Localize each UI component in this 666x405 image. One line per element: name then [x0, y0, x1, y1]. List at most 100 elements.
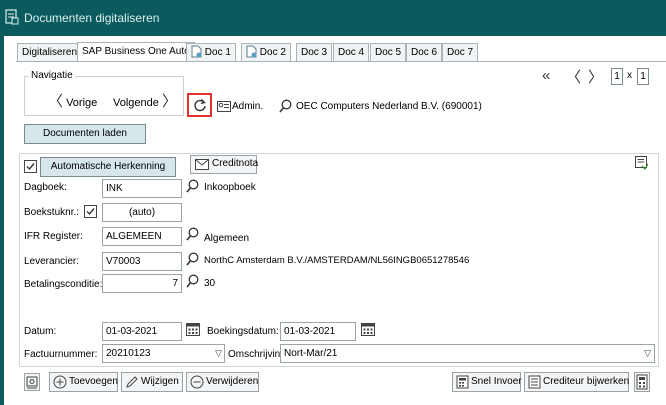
- calculator-icon: [456, 375, 469, 389]
- leverancier-description: NorthC Amsterdam B.V./AMSTERDAM/NL56INGB…: [204, 255, 470, 266]
- tab-label: Doc 4: [338, 47, 365, 58]
- delete-button[interactable]: Verwijderen: [186, 372, 259, 392]
- datum-input[interactable]: 01-03-2021: [102, 322, 182, 341]
- pager-separator: x: [627, 70, 632, 81]
- window-title: Documenten digitaliseren: [24, 11, 160, 25]
- refresh-button[interactable]: [187, 93, 212, 117]
- admin-icon: [217, 101, 231, 112]
- tab-label: Doc 1: [204, 47, 231, 58]
- calendar-icon[interactable]: [186, 322, 200, 336]
- dagboek-label: Dagboek:: [24, 182, 67, 193]
- boekingsdatum-label: Boekingsdatum:: [207, 326, 279, 337]
- search-icon[interactable]: [186, 274, 199, 288]
- chevron-left-icon[interactable]: 〈: [566, 66, 581, 87]
- boekingsdatum-input[interactable]: 01-03-2021: [280, 322, 356, 341]
- quick-entry-button[interactable]: Snel Invoer: [452, 372, 522, 392]
- refresh-icon: [193, 98, 207, 112]
- document-icon: [246, 45, 257, 58]
- tab-label: SAP Business One Auto: [82, 46, 190, 57]
- admin-label[interactable]: Admin.: [232, 101, 263, 112]
- edit-button[interactable]: Wijzigen: [121, 372, 183, 392]
- dagboek-description: Inkoopboek: [204, 182, 256, 193]
- boekstuknr-label: Boekstuknr.:: [24, 207, 80, 218]
- tab-label: Doc 5: [375, 47, 402, 58]
- envelope-icon: [195, 159, 209, 170]
- omschrijving-select[interactable]: Nort-Mar/21 ▽: [280, 344, 655, 363]
- calendar-icon[interactable]: [361, 322, 375, 336]
- ifr-register-label: IFR Register:: [24, 231, 83, 242]
- creditnota-button[interactable]: Creditnota: [190, 155, 259, 174]
- search-icon[interactable]: [279, 99, 292, 113]
- factuurnummer-label: Factuurnummer:: [24, 349, 98, 360]
- tab-doc-4[interactable]: Doc 4: [333, 43, 370, 62]
- tab-doc-5[interactable]: Doc 5: [370, 43, 407, 62]
- datum-label: Datum:: [24, 326, 57, 337]
- plus-circle-icon: [53, 375, 67, 389]
- ifr-register-input[interactable]: ALGEMEEN: [102, 227, 182, 246]
- chevron-down-icon: ▽: [215, 348, 222, 358]
- company-name: OEC Computers Nederland B.V. (690001): [296, 101, 482, 112]
- tab-doc-6[interactable]: Doc 6: [406, 43, 443, 62]
- checkmark-icon: [86, 208, 95, 216]
- boekstuknr-auto-checkbox[interactable]: [84, 205, 97, 218]
- notes-icon[interactable]: [635, 156, 648, 170]
- dagboek-input[interactable]: INK: [102, 179, 182, 198]
- leverancier-input[interactable]: V70003: [102, 252, 182, 271]
- leverancier-label: Leverancier:: [24, 256, 80, 267]
- current-page-input[interactable]: 1: [611, 68, 623, 85]
- tab-divider: [16, 61, 666, 62]
- tab-label: Doc 7: [447, 47, 474, 58]
- chevron-left-icon: 〈: [48, 93, 64, 110]
- creditnota-label: Creditnota: [212, 158, 259, 169]
- tab-label: Doc 3: [301, 47, 328, 58]
- minus-circle-icon: [190, 375, 204, 389]
- auto-recognition-checkbox[interactable]: [24, 160, 37, 173]
- tab-label: Doc 6: [411, 47, 438, 58]
- tab-doc-1[interactable]: Doc 1: [186, 43, 236, 62]
- tab-label: Digitaliseren: [22, 47, 78, 58]
- previous-label: Vorige: [66, 97, 98, 109]
- document-icon: [191, 45, 202, 58]
- settings-button[interactable]: [24, 373, 40, 391]
- ifr-register-description: Algemeen: [204, 233, 250, 244]
- first-page-icon[interactable]: «: [542, 67, 550, 84]
- tab-doc-7[interactable]: Doc 7: [442, 43, 479, 62]
- next-label: Volgende: [113, 97, 159, 109]
- betalingsconditie-label: Betalingsconditie:: [24, 279, 103, 290]
- calculator-icon: [636, 374, 648, 390]
- chevron-right-icon[interactable]: 〉: [588, 66, 603, 87]
- form-icon: [528, 375, 541, 389]
- calculator-button[interactable]: [634, 372, 650, 392]
- tab-label: Doc 2: [259, 47, 286, 58]
- add-label: Toevoegen: [69, 376, 118, 387]
- tab-doc-3[interactable]: Doc 3: [296, 43, 333, 62]
- checkmark-icon: [26, 163, 35, 171]
- add-button[interactable]: Toevoegen: [49, 372, 118, 392]
- auto-recognition-button[interactable]: Automatische Herkenning: [40, 157, 176, 177]
- betalingsconditie-description: 30: [204, 278, 216, 289]
- tab-digitaliseren[interactable]: Digitaliseren: [17, 43, 83, 62]
- total-pages: 1: [637, 68, 649, 85]
- chevron-right-icon: 〉: [161, 93, 177, 110]
- chevron-down-icon: ▽: [644, 348, 651, 358]
- update-creditor-label: Crediteur bijwerken: [543, 376, 630, 387]
- boekstuknr-input[interactable]: (auto): [102, 203, 182, 222]
- search-icon[interactable]: [186, 179, 199, 193]
- search-icon[interactable]: [186, 252, 199, 266]
- betalingsconditie-input[interactable]: 7: [102, 274, 182, 293]
- tab-sap-business-one-auto[interactable]: SAP Business One Auto: [77, 42, 195, 62]
- previous-button[interactable]: 〈 Vorige: [48, 90, 97, 111]
- factuurnummer-value: 20210123: [106, 348, 151, 359]
- delete-label: Verwijderen: [206, 376, 259, 387]
- load-documents-button[interactable]: Documenten laden: [24, 124, 146, 144]
- factuurnummer-select[interactable]: 20210123 ▽: [102, 344, 225, 363]
- document-scan-icon: [5, 9, 19, 25]
- settings-icon: [26, 376, 38, 389]
- pencil-icon: [125, 375, 139, 389]
- search-icon[interactable]: [186, 227, 199, 241]
- tab-doc-2[interactable]: Doc 2: [241, 43, 291, 62]
- update-creditor-button[interactable]: Crediteur bijwerken: [524, 372, 629, 392]
- edit-label: Wijzigen: [141, 376, 179, 387]
- omschrijving-value: Nort-Mar/21: [284, 348, 338, 359]
- next-button[interactable]: Volgende 〉: [113, 90, 177, 111]
